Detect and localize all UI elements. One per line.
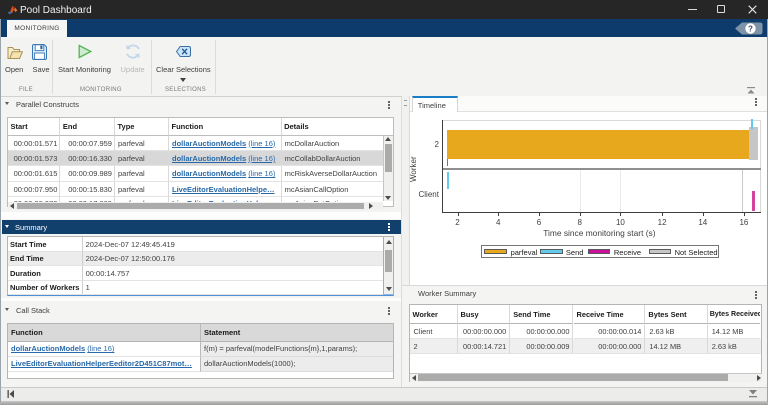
- svg-text:?: ?: [748, 24, 753, 33]
